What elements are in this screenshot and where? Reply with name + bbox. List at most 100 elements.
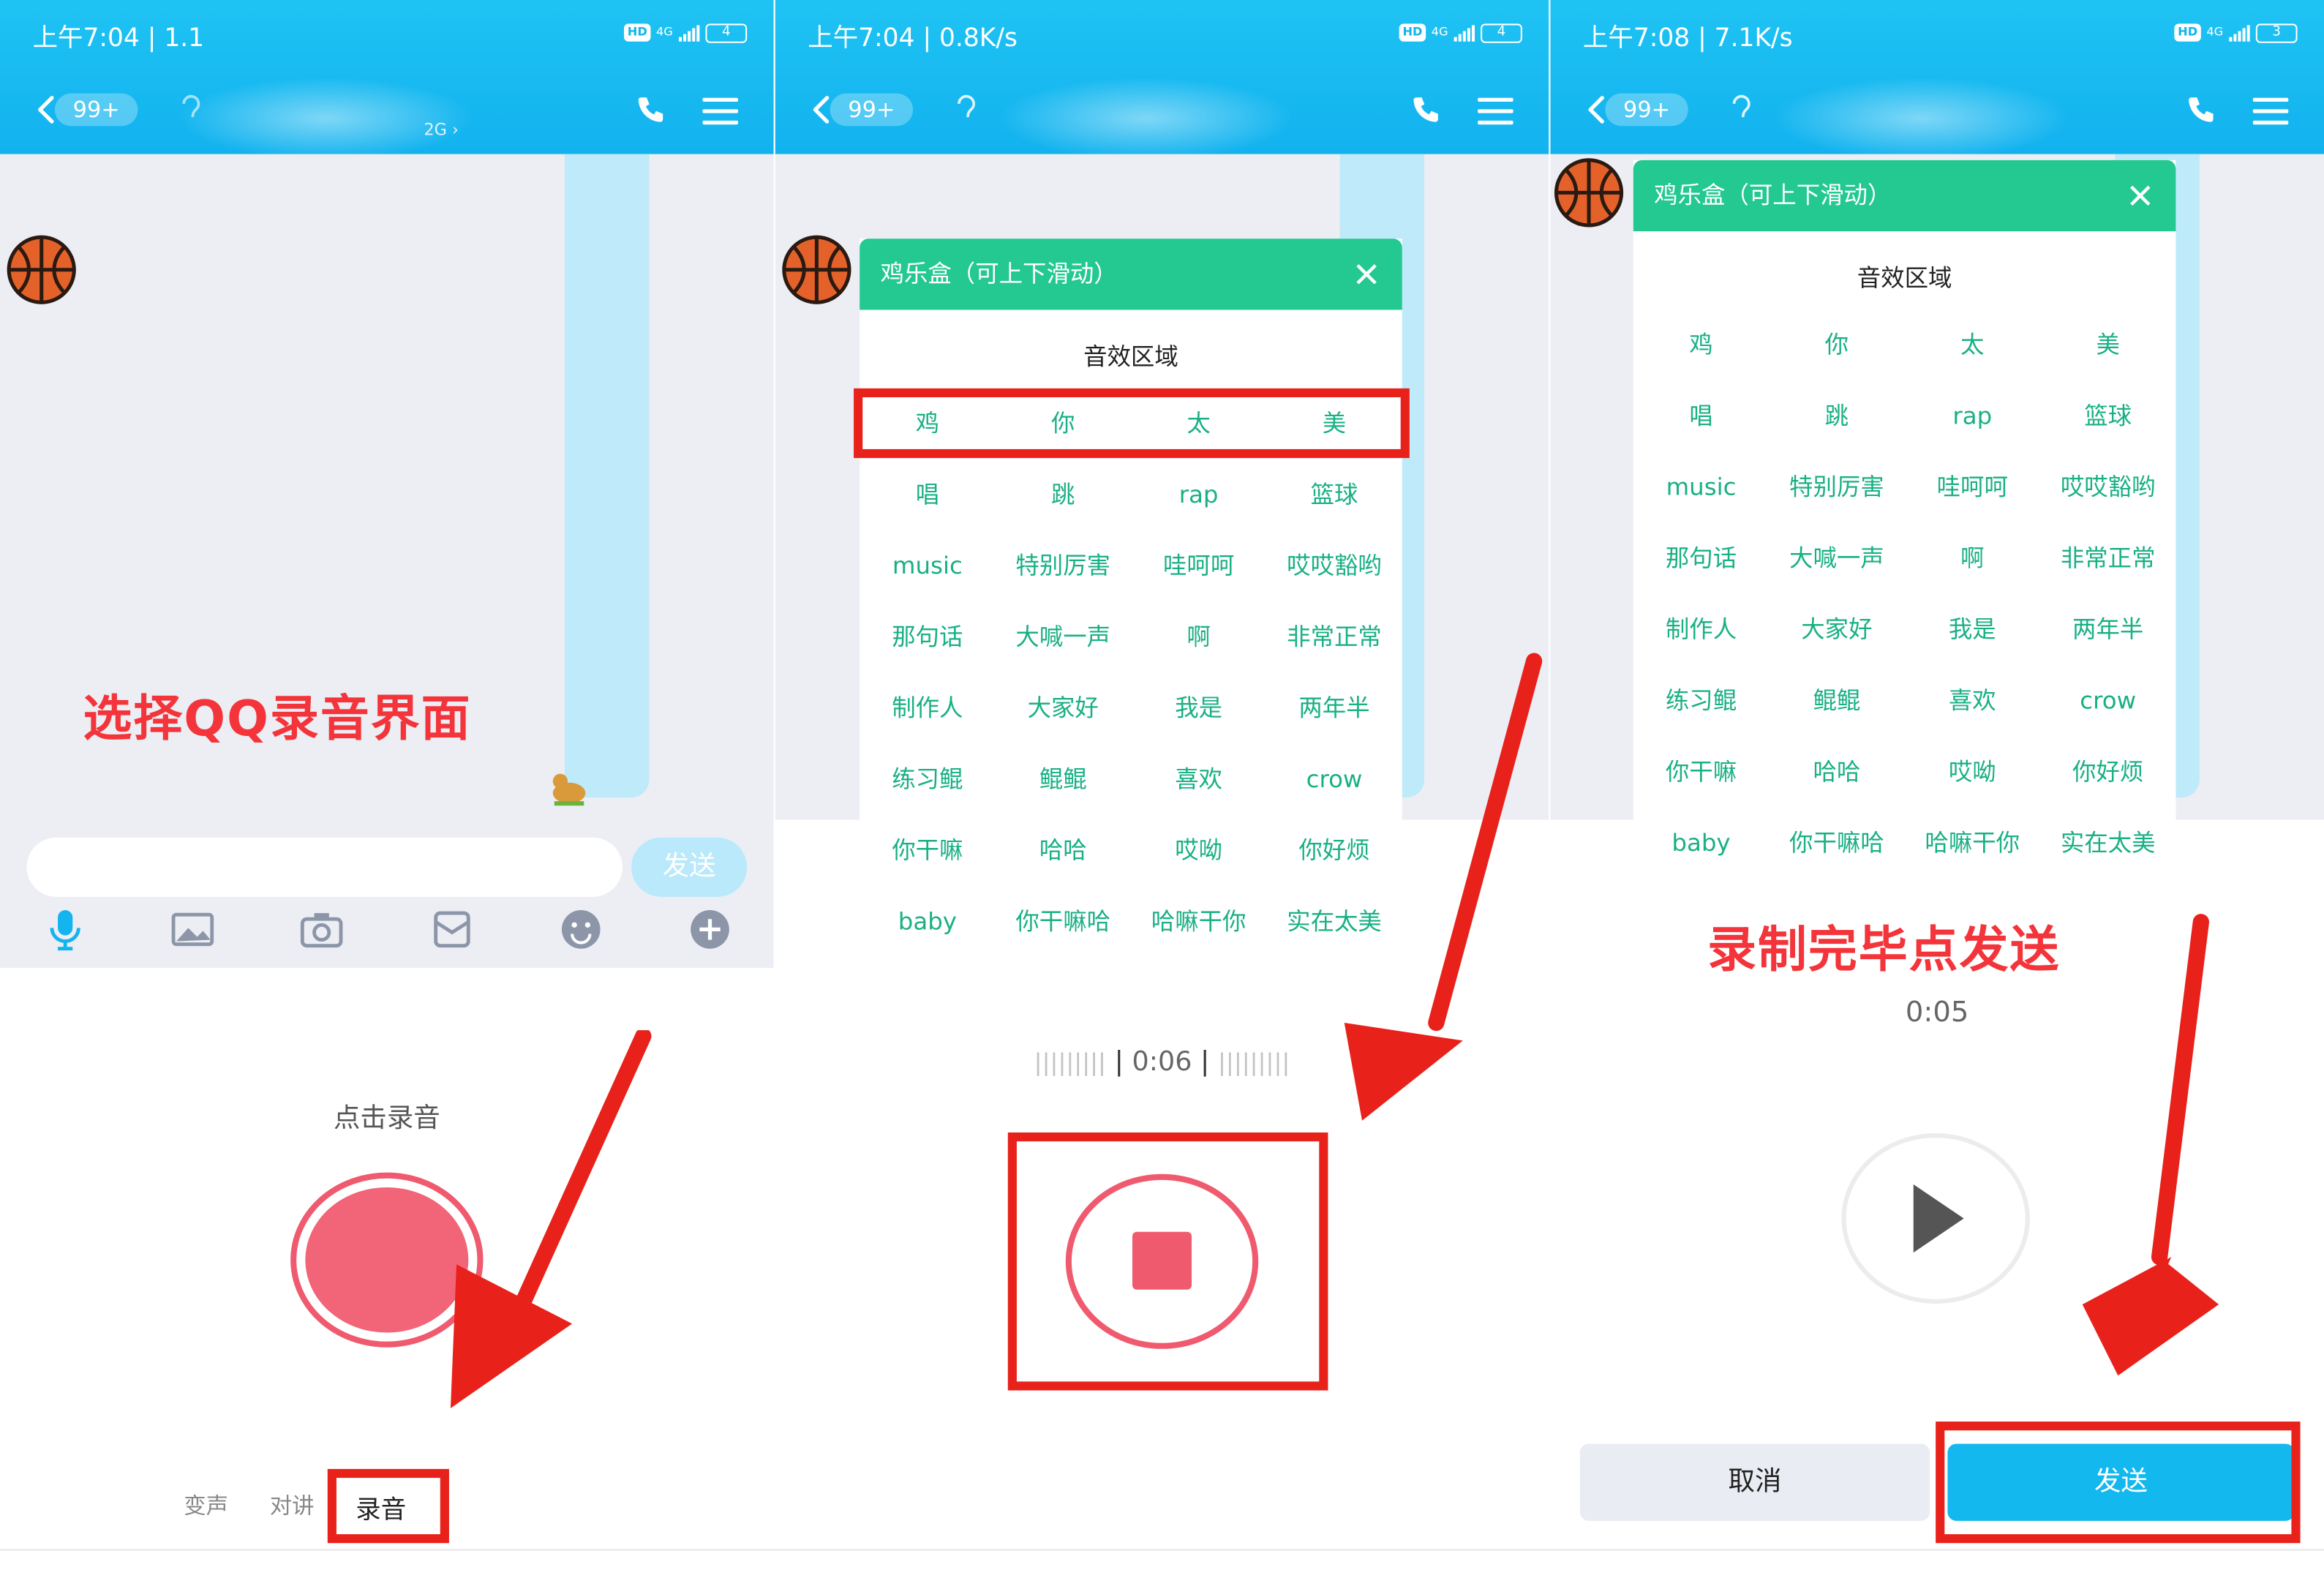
sound-item[interactable]: 美 bbox=[2040, 309, 2176, 380]
sound-item[interactable]: 哈嘛干你 bbox=[1131, 887, 1266, 958]
sound-item[interactable]: 跳 bbox=[996, 459, 1131, 530]
sound-item[interactable]: 我是 bbox=[1905, 594, 2040, 665]
sound-item[interactable]: 喜欢 bbox=[1905, 666, 2040, 737]
image-icon[interactable] bbox=[170, 907, 215, 952]
menu-icon[interactable] bbox=[702, 97, 739, 127]
sound-item[interactable]: 制作人 bbox=[860, 673, 995, 744]
sound-item[interactable]: music bbox=[860, 530, 995, 601]
camera-icon[interactable] bbox=[299, 907, 344, 952]
screen-record-entry: 上午7:04 | 1.1 HD 4G 4 99+ 2G › 选择QQ录音界面 发… bbox=[0, 0, 774, 1550]
sound-item[interactable]: rap bbox=[1131, 459, 1266, 530]
sound-item[interactable]: 篮球 bbox=[2040, 381, 2176, 452]
sound-item[interactable]: crow bbox=[2040, 666, 2176, 737]
sound-item[interactable]: 你干嘛 bbox=[1633, 737, 1769, 808]
network-type: 4G bbox=[2206, 25, 2224, 39]
chat-header: 上午7:04 | 1.1 HD 4G 4 99+ 2G › bbox=[0, 0, 774, 160]
sound-item[interactable]: 鲲鲲 bbox=[1769, 666, 1904, 737]
sound-item[interactable]: 特别厉害 bbox=[1769, 452, 1904, 523]
sound-item[interactable]: 大喊一声 bbox=[996, 602, 1131, 673]
sound-item[interactable]: rap bbox=[1905, 381, 2040, 452]
sound-item[interactable]: 哎呦 bbox=[1131, 815, 1266, 886]
sound-item[interactable]: 啊 bbox=[1131, 602, 1266, 673]
sound-item[interactable]: 练习鲲 bbox=[860, 744, 995, 815]
unread-badge[interactable]: 99+ bbox=[830, 93, 914, 127]
basketball-avatar-icon[interactable] bbox=[1553, 157, 1624, 228]
sound-item[interactable]: 哈嘛干你 bbox=[1905, 808, 2040, 879]
chat-header: 上午7:04 | 0.8K/s HD 4G 4 99+ bbox=[775, 0, 1549, 160]
sound-item[interactable]: 哎哎豁哟 bbox=[2040, 452, 2176, 523]
sound-item[interactable]: 你干嘛 bbox=[860, 815, 995, 886]
sound-item[interactable]: 太 bbox=[1905, 309, 2040, 380]
sound-item[interactable]: 唱 bbox=[1633, 381, 1769, 452]
sound-grid: 鸡你太美 唱跳 rap 篮球 music 特别厉害 哇呵呵 哎哎豁哟 那句话 大喊一声啊非常… bbox=[860, 388, 1402, 958]
sound-item[interactable]: 你 bbox=[1769, 309, 1904, 380]
sound-item[interactable]: baby bbox=[1633, 808, 1769, 879]
sound-item[interactable]: 大家好 bbox=[996, 673, 1131, 744]
sound-item[interactable]: 哈哈 bbox=[996, 815, 1131, 886]
plus-icon[interactable] bbox=[688, 907, 732, 952]
sound-item[interactable]: 大家好 bbox=[1769, 594, 1904, 665]
menu-icon[interactable] bbox=[2252, 97, 2289, 127]
sound-item[interactable]: 哇呵呵 bbox=[1131, 530, 1266, 601]
status-icons: HD 4G 4 bbox=[1399, 18, 1522, 48]
sound-item[interactable]: 鸡 bbox=[1633, 309, 1769, 380]
status-time: 上午7:04 | 0.8K/s bbox=[808, 23, 1018, 53]
screen-send: 上午7:08 | 7.1K/s HD 4G 3 99+ 鸡乐盒（可上下滑动） 音… bbox=[1550, 0, 2324, 1550]
sound-item[interactable]: 唱 bbox=[860, 459, 995, 530]
sound-item[interactable]: 制作人 bbox=[1633, 594, 1769, 665]
phone-icon[interactable] bbox=[2185, 94, 2218, 127]
menu-icon[interactable] bbox=[1478, 97, 1513, 127]
sound-item[interactable]: baby bbox=[860, 887, 995, 958]
sound-item[interactable]: 你干嘛哈 bbox=[996, 887, 1131, 958]
sound-item[interactable]: 啊 bbox=[1905, 523, 2040, 594]
sound-item[interactable]: 练习鲲 bbox=[1633, 666, 1769, 737]
sound-item[interactable]: 两年半 bbox=[2040, 594, 2176, 665]
hd-icon: HD bbox=[1399, 23, 1426, 42]
wave-right: ||||||||| bbox=[1217, 1048, 1290, 1076]
sound-item[interactable]: 那句话 bbox=[1633, 523, 1769, 594]
red-packet-icon[interactable] bbox=[430, 907, 475, 952]
message-input[interactable] bbox=[26, 837, 623, 897]
sound-item[interactable]: 哇呵呵 bbox=[1905, 452, 2040, 523]
sound-item[interactable]: 大喊一声 bbox=[1769, 523, 1904, 594]
microphone-icon[interactable] bbox=[43, 907, 88, 952]
image-bottom-edge bbox=[0, 1549, 2324, 1570]
sound-item[interactable]: 你干嘛哈 bbox=[1769, 808, 1904, 879]
close-icon[interactable] bbox=[2129, 184, 2152, 207]
sound-item[interactable]: 喜欢 bbox=[1131, 744, 1266, 815]
section-title: 音效区域 bbox=[1083, 342, 1178, 371]
play-button[interactable] bbox=[1839, 1131, 2031, 1306]
network-type: 4G bbox=[1431, 25, 1448, 39]
sound-item[interactable]: 你好烦 bbox=[2040, 737, 2176, 808]
record-hint: 点击录音 bbox=[333, 1103, 440, 1135]
sound-item[interactable]: 非常正常 bbox=[2040, 523, 2176, 594]
tab-voice-change[interactable]: 变声 bbox=[184, 1490, 228, 1521]
basketball-avatar-icon[interactable] bbox=[781, 234, 852, 305]
sound-item[interactable]: 那句话 bbox=[860, 602, 995, 673]
screen-recording: 上午7:04 | 0.8K/s HD 4G 4 99+ 鸡乐盒（可上下滑动） 音… bbox=[775, 0, 1549, 1550]
sound-item[interactable]: 篮球 bbox=[1266, 459, 1402, 530]
phone-icon[interactable] bbox=[1410, 94, 1443, 127]
sound-item[interactable]: 哈哈 bbox=[1769, 737, 1904, 808]
sound-item[interactable]: 哎哎豁哟 bbox=[1266, 530, 1402, 601]
sound-item[interactable]: 我是 bbox=[1131, 673, 1266, 744]
sound-item[interactable]: music bbox=[1633, 452, 1769, 523]
phone-icon[interactable] bbox=[634, 94, 667, 127]
send-button[interactable]: 发送 bbox=[631, 837, 748, 897]
sound-item[interactable]: 鲲鲲 bbox=[996, 744, 1131, 815]
hd-icon: HD bbox=[2175, 23, 2201, 42]
sound-item[interactable]: 哎呦 bbox=[1905, 737, 2040, 808]
header-subtitle: 2G › bbox=[424, 120, 459, 140]
sound-item[interactable]: 跳 bbox=[1769, 381, 1904, 452]
sound-item[interactable]: 实在太美 bbox=[2040, 808, 2176, 879]
sound-item[interactable]: 特别厉害 bbox=[996, 530, 1131, 601]
close-icon[interactable] bbox=[1355, 263, 1378, 286]
basketball-avatar-icon[interactable] bbox=[6, 234, 77, 305]
unread-badge[interactable]: 99+ bbox=[1605, 93, 1688, 127]
emoji-icon[interactable] bbox=[559, 907, 603, 952]
tutorial-canvas: 上午7:04 | 1.1 HD 4G 4 99+ 2G › 选择QQ录音界面 发… bbox=[0, 0, 2324, 1570]
tab-intercom[interactable]: 对讲 bbox=[270, 1490, 315, 1521]
section-title: 音效区域 bbox=[1857, 263, 1952, 293]
unread-badge[interactable]: 99+ bbox=[54, 93, 138, 127]
cancel-button[interactable]: 取消 bbox=[1579, 1443, 1930, 1521]
